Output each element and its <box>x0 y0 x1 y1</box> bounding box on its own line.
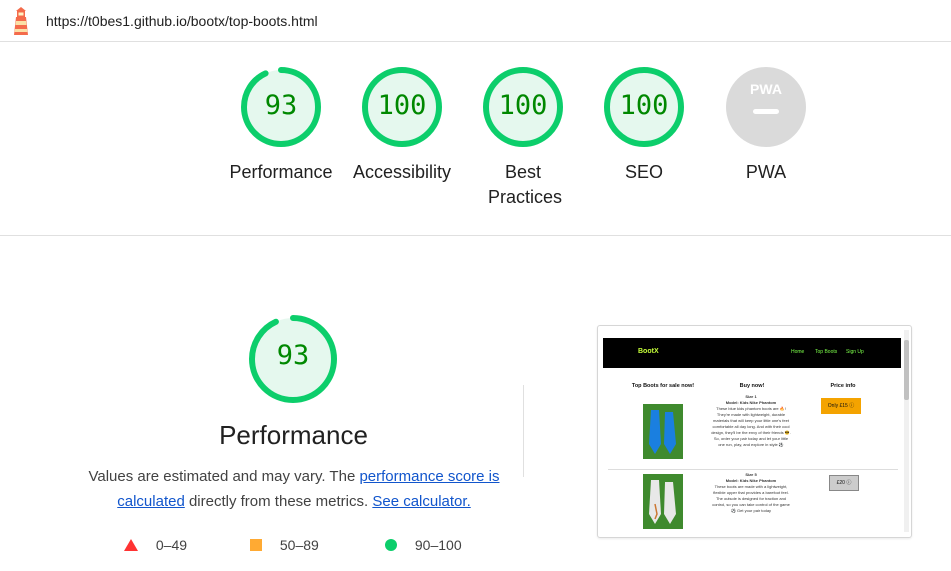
pwa-badge-icon: PWA <box>726 67 806 147</box>
legend-range: 90–100 <box>414 537 462 553</box>
screenshot-brand: BootX <box>638 348 659 355</box>
performance-description: Values are estimated and may vary. The p… <box>85 464 503 514</box>
final-screenshot[interactable]: BootX Home Top Boots Sign Up Top Boots f… <box>597 325 912 538</box>
performance-score: 93 <box>276 340 310 371</box>
triangle-icon <box>124 539 138 551</box>
gauge-best-practices[interactable]: 100 Best Practices <box>468 66 578 210</box>
gauge-seo[interactable]: 100 SEO <box>589 66 699 185</box>
screenshot-boot-image <box>643 474 683 529</box>
legend-range: 50–89 <box>279 537 319 553</box>
screenshot-desc: These boots are made with a lightweight,… <box>712 484 790 513</box>
legend-item-average: 50–89 <box>250 537 319 553</box>
square-icon <box>250 539 262 551</box>
screenshot-col-heading: Buy now! <box>739 383 765 389</box>
gauge-label: SEO <box>624 162 663 182</box>
screenshot-navbar: BootX Home Top Boots Sign Up <box>603 338 901 368</box>
gauge-score: 100 <box>377 90 427 121</box>
blue-boot-icon <box>649 410 676 454</box>
screenshot-col-heading: Top Boots for sale now! <box>631 383 695 389</box>
section-divider <box>0 235 951 236</box>
screenshot-col-heading: Price info <box>830 383 856 389</box>
performance-title: Performance <box>219 420 368 450</box>
url-bar: https://t0bes1.github.io/bootx/top-boots… <box>0 0 951 42</box>
gauge-score: 100 <box>498 90 548 121</box>
legend-item-pass: 90–100 <box>385 537 462 553</box>
screenshot-scrollbar-thumb[interactable] <box>904 340 909 400</box>
desc-text: Values are estimated and may vary. The <box>88 468 360 485</box>
gauge-accessibility[interactable]: 100 Accessibility <box>347 66 457 185</box>
gauge-score: 100 <box>619 90 669 121</box>
screenshot-nav-home: Home <box>791 349 805 355</box>
screenshot-price-button: £20 ⓘ <box>829 475 859 491</box>
gauge-label: Performance <box>229 162 333 182</box>
gauge-label: Best Practices <box>488 162 563 207</box>
gauge-score: 93 <box>264 90 298 121</box>
white-boot-icon <box>649 480 676 524</box>
legend-item-fail: 0–49 <box>124 537 187 553</box>
gauge-label: PWA <box>745 162 787 182</box>
screenshot-boot-image <box>643 404 683 459</box>
gauge-pwa[interactable]: PWA PWA <box>711 66 821 185</box>
screenshot-nav-sign-up: Sign Up <box>846 349 864 355</box>
pwa-badge-text: PWA <box>750 81 782 97</box>
circle-icon <box>385 539 397 551</box>
screenshot-price-button: Only £15 ⓘ <box>821 398 861 414</box>
legend-range: 0–49 <box>155 537 188 553</box>
lighthouse-icon <box>14 7 28 35</box>
desc-text-middle: directly from these metrics. <box>184 493 373 510</box>
screenshot-nav-top-boots: Top Boots <box>815 349 838 355</box>
vertical-separator <box>523 385 524 477</box>
gauge-label: Accessibility <box>352 162 452 182</box>
see-calculator-link[interactable]: See calculator. <box>372 493 470 510</box>
screenshot-desc: These blue kids phantom boots are 🔥! The… <box>711 406 791 447</box>
page-url[interactable]: https://t0bes1.github.io/bootx/top-boots… <box>46 13 318 29</box>
gauge-performance[interactable]: 93 Performance <box>226 66 336 185</box>
screenshot-row-divider <box>608 469 898 470</box>
